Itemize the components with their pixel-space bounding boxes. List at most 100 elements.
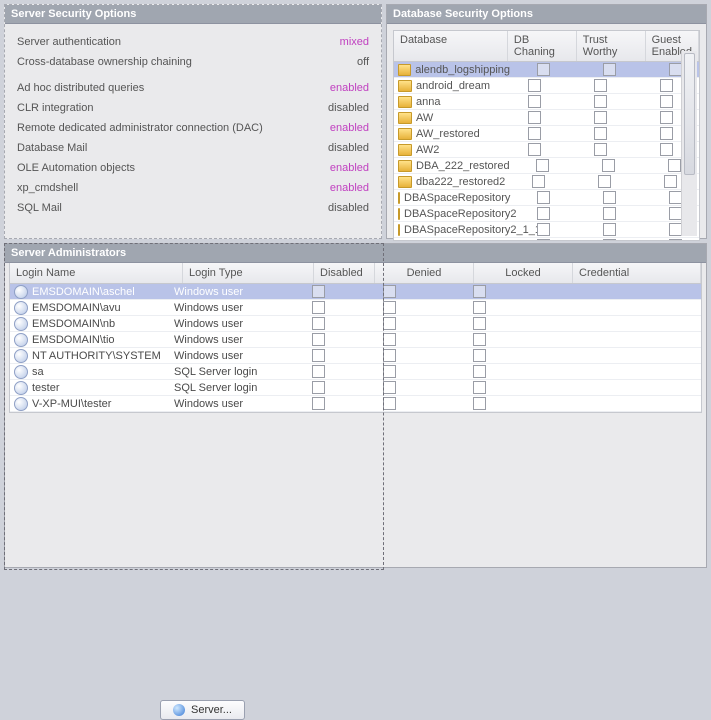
- admin-row[interactable]: EMSDOMAIN\aschelWindows user: [10, 284, 701, 300]
- checkbox[interactable]: [312, 349, 325, 362]
- checkbox[interactable]: [669, 223, 682, 236]
- db-scrollbar-thumb[interactable]: [684, 53, 695, 175]
- db-row[interactable]: dba222_restored2: [394, 174, 699, 190]
- server-opt-label: OLE Automation objects: [17, 162, 135, 174]
- db-row[interactable]: anna: [394, 94, 699, 110]
- admin-row[interactable]: saSQL Server login: [10, 364, 701, 380]
- checkbox[interactable]: [528, 79, 541, 92]
- db-row[interactable]: AW2: [394, 142, 699, 158]
- col-dbchaning[interactable]: DB Chaning: [508, 31, 577, 61]
- checkbox[interactable]: [603, 191, 616, 204]
- db-name: DBASpaceRepository2: [404, 208, 517, 220]
- col-login-type[interactable]: Login Type: [183, 263, 314, 283]
- checkbox[interactable]: [537, 191, 550, 204]
- checkbox[interactable]: [383, 301, 396, 314]
- db-row[interactable]: DBASpaceRepository: [394, 190, 699, 206]
- checkbox[interactable]: [473, 365, 486, 378]
- user-icon: [14, 349, 28, 363]
- checkbox[interactable]: [660, 143, 673, 156]
- checkbox[interactable]: [660, 111, 673, 124]
- checkbox[interactable]: [603, 207, 616, 220]
- checkbox[interactable]: [383, 365, 396, 378]
- admin-row[interactable]: V-XP-MUI\testerWindows user: [10, 396, 701, 412]
- checkbox[interactable]: [603, 223, 616, 236]
- checkbox[interactable]: [537, 223, 550, 236]
- checkbox[interactable]: [528, 127, 541, 140]
- checkbox[interactable]: [383, 349, 396, 362]
- db-row[interactable]: DBASpaceRepository2: [394, 206, 699, 222]
- checkbox[interactable]: [669, 239, 682, 240]
- col-trustworthy[interactable]: Trust Worthy: [577, 31, 646, 61]
- checkbox[interactable]: [473, 349, 486, 362]
- checkbox[interactable]: [669, 63, 682, 76]
- server-button[interactable]: Server...: [160, 700, 245, 720]
- checkbox[interactable]: [594, 127, 607, 140]
- checkbox[interactable]: [669, 207, 682, 220]
- db-row[interactable]: DBASpaceRepository222: [394, 238, 699, 240]
- checkbox[interactable]: [669, 191, 682, 204]
- db-row[interactable]: AW_restored: [394, 126, 699, 142]
- col-locked[interactable]: Locked: [474, 263, 573, 283]
- db-scrollbar[interactable]: [681, 51, 697, 236]
- admin-row[interactable]: EMSDOMAIN\nbWindows user: [10, 316, 701, 332]
- login-type: Windows user: [174, 398, 292, 410]
- col-login-name[interactable]: Login Name: [10, 263, 183, 283]
- checkbox[interactable]: [383, 317, 396, 330]
- admin-row[interactable]: EMSDOMAIN\avuWindows user: [10, 300, 701, 316]
- admin-row[interactable]: testerSQL Server login: [10, 380, 701, 396]
- user-icon: [14, 301, 28, 315]
- col-disabled[interactable]: Disabled: [314, 263, 375, 283]
- checkbox[interactable]: [383, 397, 396, 410]
- checkbox[interactable]: [528, 95, 541, 108]
- checkbox[interactable]: [473, 301, 486, 314]
- checkbox[interactable]: [312, 381, 325, 394]
- checkbox[interactable]: [594, 143, 607, 156]
- checkbox[interactable]: [312, 317, 325, 330]
- checkbox[interactable]: [660, 127, 673, 140]
- checkbox[interactable]: [537, 63, 550, 76]
- checkbox[interactable]: [473, 333, 486, 346]
- db-row[interactable]: AW: [394, 110, 699, 126]
- checkbox[interactable]: [473, 285, 486, 298]
- server-opt-row: CLR integrationdisabled: [17, 98, 369, 118]
- checkbox[interactable]: [383, 333, 396, 346]
- checkbox[interactable]: [528, 143, 541, 156]
- checkbox[interactable]: [668, 159, 681, 172]
- checkbox[interactable]: [312, 333, 325, 346]
- checkbox[interactable]: [312, 301, 325, 314]
- checkbox[interactable]: [473, 381, 486, 394]
- checkbox[interactable]: [473, 317, 486, 330]
- checkbox[interactable]: [594, 111, 607, 124]
- checkbox[interactable]: [383, 285, 396, 298]
- checkbox[interactable]: [598, 175, 611, 188]
- checkbox[interactable]: [537, 207, 550, 220]
- col-denied[interactable]: Denied: [375, 263, 474, 283]
- checkbox[interactable]: [537, 239, 550, 240]
- checkbox[interactable]: [603, 239, 616, 240]
- db-row[interactable]: alendb_logshipping: [394, 62, 699, 78]
- user-icon: [14, 365, 28, 379]
- db-row[interactable]: DBA_222_restored: [394, 158, 699, 174]
- checkbox[interactable]: [660, 79, 673, 92]
- checkbox[interactable]: [660, 95, 673, 108]
- admin-row[interactable]: EMSDOMAIN\tioWindows user: [10, 332, 701, 348]
- checkbox[interactable]: [528, 111, 541, 124]
- db-row[interactable]: android_dream: [394, 78, 699, 94]
- db-row[interactable]: DBASpaceRepository2_1_1: [394, 222, 699, 238]
- database-icon: [398, 128, 412, 140]
- checkbox[interactable]: [473, 397, 486, 410]
- checkbox[interactable]: [312, 397, 325, 410]
- checkbox[interactable]: [602, 159, 615, 172]
- checkbox[interactable]: [312, 285, 325, 298]
- admin-row[interactable]: NT AUTHORITY\SYSTEMWindows user: [10, 348, 701, 364]
- checkbox[interactable]: [312, 365, 325, 378]
- col-credential[interactable]: Credential: [573, 263, 701, 283]
- col-database[interactable]: Database: [394, 31, 508, 61]
- checkbox[interactable]: [664, 175, 677, 188]
- checkbox[interactable]: [603, 63, 616, 76]
- checkbox[interactable]: [383, 381, 396, 394]
- checkbox[interactable]: [594, 79, 607, 92]
- checkbox[interactable]: [536, 159, 549, 172]
- checkbox[interactable]: [594, 95, 607, 108]
- checkbox[interactable]: [532, 175, 545, 188]
